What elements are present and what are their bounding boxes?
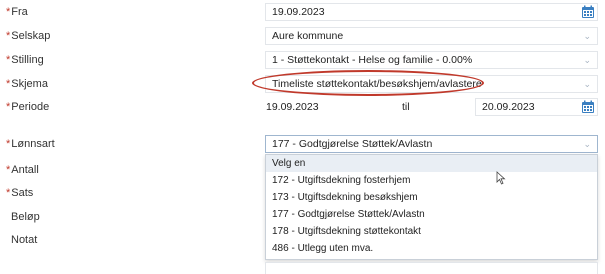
calendar-icon[interactable] bbox=[581, 100, 595, 114]
label-notat: Notat bbox=[11, 234, 38, 246]
label-lonnsart: *Lønnsart bbox=[6, 138, 55, 150]
calendar-icon[interactable] bbox=[581, 5, 595, 19]
periode-til-label: til bbox=[402, 101, 410, 113]
mouse-cursor-icon bbox=[496, 171, 506, 185]
chevron-down-icon: ⌄ bbox=[583, 79, 591, 89]
label-selskap: *Selskap bbox=[6, 30, 51, 42]
chevron-down-icon: ⌄ bbox=[583, 31, 591, 41]
label-fra: *Fra bbox=[6, 6, 28, 18]
dropdown-option[interactable]: 178 - Utgiftsdekning støttekontakt bbox=[266, 223, 597, 240]
periode-to-date-input[interactable]: 20.09.2023 bbox=[475, 98, 598, 116]
label-sats: *Sats bbox=[6, 187, 34, 199]
label-periode: *Periode bbox=[6, 101, 50, 113]
lonnsart-dropdown-list: Velg en 172 - Utgiftsdekning fosterhjem … bbox=[265, 154, 598, 260]
chevron-down-icon: ⌄ bbox=[583, 139, 591, 149]
label-belop: Beløp bbox=[11, 211, 40, 223]
selskap-select[interactable]: Aure kommune ⌄ bbox=[265, 27, 598, 45]
periode-from-value[interactable]: 19.09.2023 bbox=[266, 101, 319, 113]
stilling-select[interactable]: 1 - Støttekontakt - Helse og familie - 0… bbox=[265, 51, 598, 69]
dropdown-option[interactable]: 486 - Utlegg uten mva. bbox=[266, 240, 597, 257]
notat-input[interactable] bbox=[265, 262, 598, 274]
skjema-select[interactable]: Timeliste støttekontakt/besøkshjem/avlas… bbox=[265, 75, 598, 93]
fra-date-input[interactable]: 19.09.2023 bbox=[265, 3, 598, 21]
label-skjema: *Skjema bbox=[6, 78, 48, 90]
chevron-down-icon: ⌄ bbox=[583, 55, 591, 65]
dropdown-option[interactable]: 177 - Godtgjørelse Støttek/Avlastn bbox=[266, 206, 597, 223]
dropdown-option[interactable]: 172 - Utgiftsdekning fosterhjem bbox=[266, 172, 597, 189]
lonnsart-select[interactable]: 177 - Godtgjørelse Støttek/Avlastn ⌄ bbox=[265, 135, 598, 153]
label-stilling: *Stilling bbox=[6, 54, 44, 66]
label-antall: *Antall bbox=[6, 164, 39, 176]
dropdown-option[interactable]: 173 - Utgiftsdekning besøkshjem bbox=[266, 189, 597, 206]
dropdown-option[interactable]: Velg en bbox=[266, 155, 597, 172]
